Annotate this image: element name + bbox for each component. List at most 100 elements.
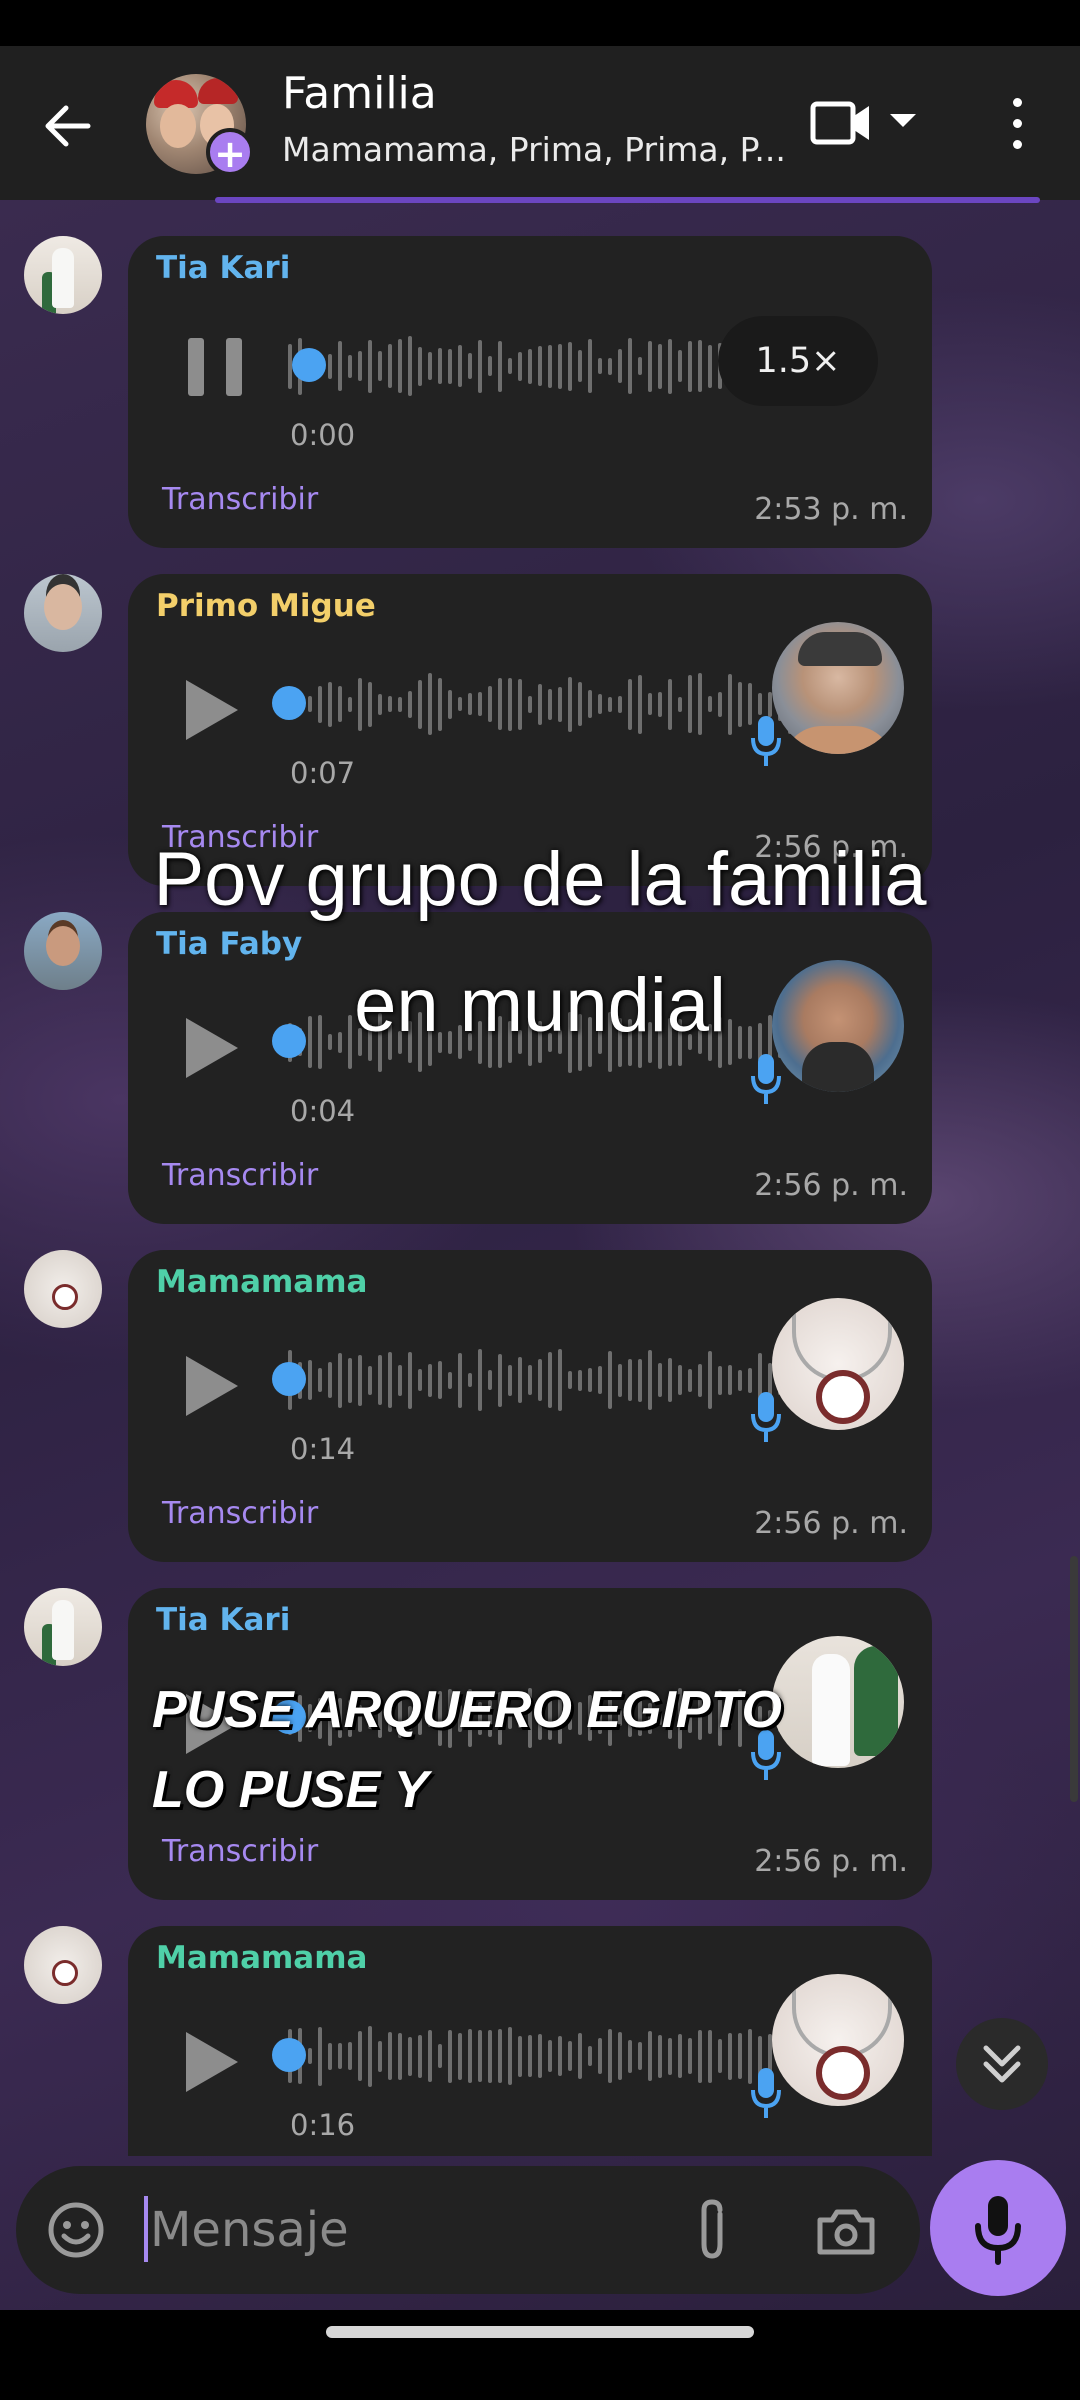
dropdown-caret-icon[interactable] bbox=[890, 114, 916, 127]
duration: 0:04 bbox=[290, 1094, 356, 1128]
chat-title[interactable]: Familia bbox=[282, 68, 437, 119]
add-member-icon[interactable]: + bbox=[206, 128, 254, 176]
waveform-bar bbox=[528, 348, 532, 384]
voice-mic-icon bbox=[751, 716, 781, 766]
waveform-bar bbox=[568, 1371, 572, 1389]
progress-dot[interactable] bbox=[272, 2038, 306, 2072]
chat-members[interactable]: Mamamama, Prima, Prima, P... bbox=[282, 130, 786, 169]
sender-name[interactable]: Tia Kari bbox=[156, 250, 290, 286]
waveform-bar bbox=[408, 1351, 412, 1409]
sender-name[interactable]: Mamamama bbox=[156, 1940, 367, 1976]
play-icon[interactable] bbox=[186, 2032, 238, 2092]
voice-mic-icon bbox=[751, 1392, 781, 1442]
waveform-bar bbox=[718, 2039, 722, 2073]
waveform-bar bbox=[428, 1363, 432, 1397]
waveform-bar bbox=[558, 1349, 562, 1411]
progress-dot[interactable] bbox=[272, 686, 306, 720]
waveform-bar bbox=[668, 2037, 672, 2075]
waveform-bar bbox=[578, 1369, 582, 1391]
avatar[interactable] bbox=[24, 236, 102, 314]
waveform-bar bbox=[338, 686, 342, 722]
sender-video-thumb[interactable] bbox=[772, 1636, 904, 1768]
waveform-bar bbox=[558, 2036, 562, 2076]
waveform-bar bbox=[648, 340, 652, 392]
attach-icon[interactable] bbox=[692, 2196, 732, 2264]
more-options-icon[interactable] bbox=[1002, 98, 1032, 154]
waveform-bar bbox=[468, 353, 472, 379]
sender-video-thumb[interactable] bbox=[772, 1974, 904, 2106]
transcribe-link[interactable]: Transcribir bbox=[162, 1834, 318, 1869]
avatar[interactable] bbox=[24, 1250, 102, 1328]
scrollbar[interactable] bbox=[1070, 1556, 1078, 1802]
scroll-down-button[interactable] bbox=[956, 2018, 1048, 2110]
waveform-bar bbox=[668, 1358, 672, 1402]
text-cursor bbox=[144, 2196, 148, 2262]
waveform-bar bbox=[418, 1369, 422, 1391]
waveform-bar bbox=[708, 1351, 712, 1409]
sender-video-thumb[interactable] bbox=[772, 1298, 904, 1430]
waveform-bar bbox=[648, 1350, 652, 1410]
avatar[interactable] bbox=[24, 574, 102, 652]
waveform-bar bbox=[618, 2032, 622, 2080]
avatar[interactable] bbox=[24, 1926, 102, 2004]
waveform-bar bbox=[638, 2042, 642, 2070]
sender-name[interactable]: Tia Kari bbox=[156, 1602, 290, 1638]
waveform-bar bbox=[468, 2029, 472, 2083]
waveform-bar bbox=[628, 2039, 632, 2073]
scroll-down-icon bbox=[983, 2045, 1021, 2083]
waveform-bar bbox=[408, 2036, 412, 2076]
home-gesture-pill[interactable] bbox=[326, 2326, 754, 2338]
timestamp: 2:53 p. m. bbox=[754, 492, 908, 527]
waveform-bar bbox=[638, 674, 642, 734]
playback-speed-button[interactable]: 1.5× bbox=[718, 316, 878, 406]
waveform-bar bbox=[748, 1367, 752, 1393]
waveform-bar bbox=[668, 678, 672, 730]
waveform-bar bbox=[348, 2042, 352, 2070]
waveform-bar bbox=[528, 695, 532, 713]
waveform-bar bbox=[628, 678, 632, 730]
waveform-bar bbox=[448, 689, 452, 719]
back-arrow-icon[interactable] bbox=[38, 96, 98, 156]
waveform-bar bbox=[548, 2040, 552, 2072]
waveform-bar bbox=[698, 673, 702, 735]
progress-dot[interactable] bbox=[272, 1362, 306, 1396]
waveform-bar bbox=[558, 686, 562, 722]
waveform-bar bbox=[678, 696, 682, 712]
waveform-bar bbox=[698, 2029, 702, 2083]
waveform-bar bbox=[588, 339, 592, 393]
transcribe-link[interactable]: Transcribir bbox=[162, 482, 318, 517]
transcribe-link[interactable]: Transcribir bbox=[162, 1496, 318, 1531]
waveform-bar bbox=[678, 2034, 682, 2078]
sender-name[interactable]: Tia Faby bbox=[156, 926, 302, 962]
waveform-bar bbox=[598, 358, 602, 374]
avatar[interactable] bbox=[24, 1588, 102, 1666]
waveform-bar bbox=[538, 346, 542, 386]
waveform-bar bbox=[318, 685, 322, 723]
waveform-bar bbox=[718, 1365, 722, 1395]
play-icon[interactable] bbox=[186, 1356, 238, 1416]
waveform-bar bbox=[328, 353, 332, 379]
waveform-bar bbox=[688, 1368, 692, 1392]
waveform-bar bbox=[508, 677, 512, 731]
progress-dot[interactable] bbox=[292, 348, 326, 382]
video-call-icon[interactable] bbox=[810, 98, 872, 148]
waveform-bar bbox=[588, 2046, 592, 2066]
sender-video-thumb[interactable] bbox=[772, 622, 904, 754]
message-input[interactable]: Mensaje bbox=[150, 2202, 349, 2258]
play-icon[interactable] bbox=[186, 680, 238, 740]
sender-name[interactable]: Mamamama bbox=[156, 1264, 367, 1300]
waveform-bar bbox=[618, 349, 622, 383]
waveform-bar bbox=[398, 339, 402, 393]
waveform-bar bbox=[628, 1359, 632, 1401]
voice-message: Tia Kari Transcribir 2:56 p. m. bbox=[128, 1588, 932, 1900]
record-voice-button[interactable] bbox=[930, 2160, 1066, 2296]
duration: 0:07 bbox=[290, 756, 356, 790]
timestamp: 2:56 p. m. bbox=[754, 1506, 908, 1541]
camera-icon[interactable] bbox=[816, 2206, 876, 2256]
transcribe-link[interactable]: Transcribir bbox=[162, 1158, 318, 1193]
voice-message: Tia Faby 0:04 Transcribir 2:56 p. m. bbox=[128, 912, 932, 1224]
sticker-icon[interactable] bbox=[46, 2200, 106, 2260]
sender-name[interactable]: Primo Migue bbox=[156, 588, 376, 624]
waveform-bar bbox=[428, 2030, 432, 2082]
pause-icon[interactable] bbox=[188, 338, 244, 396]
